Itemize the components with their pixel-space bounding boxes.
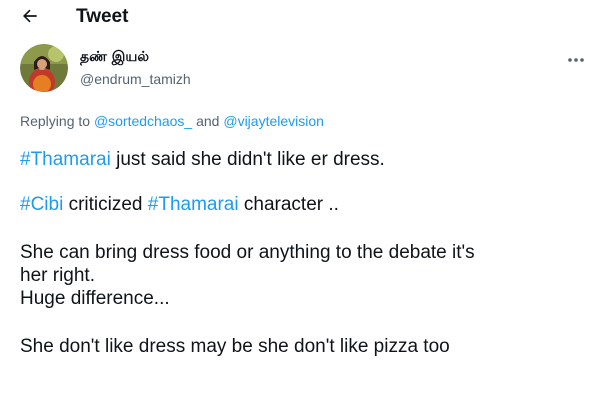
- tweet-text-segment: character ..: [238, 194, 339, 215]
- tweet-line: #Thamarai just said she didn't like er d…: [20, 148, 585, 171]
- tweet-text-segment: just said she didn't like er dress.: [110, 149, 385, 170]
- arrow-left-icon: [23, 9, 37, 23]
- tweet-text-segment: criticized: [63, 194, 148, 215]
- more-horizontal-icon: [568, 58, 584, 62]
- replying-conjunction: and: [192, 113, 224, 129]
- avatar-image: [20, 44, 68, 92]
- tweet-line: Huge difference...: [20, 288, 170, 309]
- page-title: Tweet: [76, 6, 129, 27]
- replying-to-line: Replying to @sortedchaos_ and @vijaytele…: [20, 113, 324, 129]
- mention-link[interactable]: @sortedchaos_: [94, 113, 192, 129]
- hashtag-link[interactable]: #Cibi: [20, 194, 63, 215]
- back-button[interactable]: [18, 4, 42, 28]
- tweet-line: #Cibi criticized #Thamarai character ..: [20, 193, 585, 216]
- hashtag-link[interactable]: #Thamarai: [148, 194, 239, 215]
- avatar[interactable]: [20, 44, 68, 92]
- author-username[interactable]: @endrum_tamizh: [80, 71, 191, 87]
- mention-link[interactable]: @vijaytelevision: [223, 113, 324, 129]
- tweet-page: Tweet தண் இயல் @endrum_tamizh Replying t…: [0, 0, 600, 400]
- hashtag-link[interactable]: #Thamarai: [20, 149, 111, 170]
- tweet-text: #Thamarai just said she didn't like er d…: [20, 148, 585, 358]
- tweet-line: She don't like dress may be she don't li…: [20, 336, 450, 357]
- author-display-name[interactable]: தண் இயல்: [80, 49, 149, 67]
- page-header: Tweet: [0, 0, 600, 34]
- more-options-button[interactable]: [564, 52, 588, 68]
- replying-prefix: Replying to: [20, 113, 94, 129]
- tweet-line: her right.: [20, 265, 95, 286]
- tweet-line: She can bring dress food or anything to …: [20, 242, 475, 263]
